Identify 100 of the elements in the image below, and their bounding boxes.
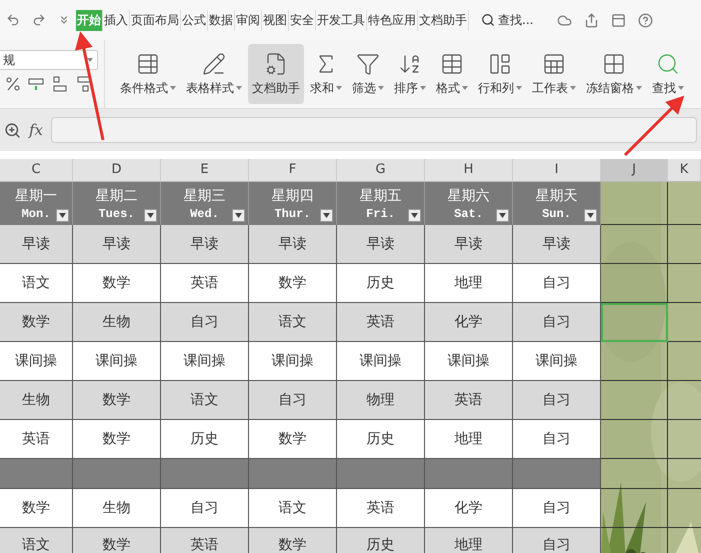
ribbon-button[interactable]: 条件格式 (116, 44, 180, 104)
ribbon-button[interactable]: 行和列 (474, 44, 526, 104)
table-cell: 自习 (513, 381, 601, 420)
menu-tab[interactable]: 视图 (262, 10, 289, 30)
ribbon-button[interactable]: 排序 (390, 44, 430, 104)
table-cell: 自习 (513, 489, 601, 528)
table-cell: 自习 (161, 303, 249, 342)
menu-tab[interactable]: 数据 (208, 10, 235, 30)
day-name: 星期一 (15, 188, 57, 204)
table-cell: 自习 (161, 489, 249, 528)
table-cell: 课间操 (161, 342, 249, 381)
ribbon-button[interactable]: 查找 (648, 44, 688, 104)
column-header[interactable]: E (161, 159, 249, 181)
table-cell: 课间操 (73, 342, 161, 381)
table-cell: 地理 (425, 264, 513, 303)
day-name: 星期六 (448, 187, 490, 204)
day-name: 星期天 (536, 188, 578, 204)
table-cell: 历史 (337, 264, 425, 303)
table-cell: 数学 (249, 528, 337, 553)
table-cell: 数学 (0, 489, 73, 528)
menu-tab[interactable]: 文档助手 (418, 10, 469, 30)
table-cell: 语文 (161, 381, 249, 420)
table-cell: 英语 (161, 264, 249, 303)
table-cell: 语文 (249, 303, 337, 342)
day-name: 星期三 (184, 188, 226, 204)
table-cell: 数学 (73, 264, 161, 303)
day-abbreviation: Thur. (274, 206, 310, 220)
table-cell: 课间操 (513, 342, 601, 381)
table-cell: 早读 (73, 225, 161, 264)
table-cell: 英语 (0, 420, 73, 459)
table-cell: 早读 (161, 225, 249, 264)
table-cell: 语文 (0, 528, 73, 553)
day-abbreviation: Sun. (542, 206, 571, 220)
table-cell: 早读 (337, 225, 425, 264)
table-cell: 自习 (513, 420, 601, 459)
table-cell: 课间操 (337, 342, 425, 381)
column-header[interactable]: H (425, 159, 513, 181)
number-format-dropdown[interactable]: 规 (0, 50, 98, 70)
ribbon-button[interactable]: 表格样式 (182, 44, 246, 104)
day-abbreviation: Tues. (98, 206, 134, 220)
table-cell: 英语 (337, 489, 425, 528)
ribbon-button[interactable]: 工作表 (528, 44, 580, 104)
table-cell: 地理 (425, 528, 513, 553)
table-cell: 课间操 (425, 342, 513, 381)
menu-tab[interactable]: 开发工具 (316, 10, 367, 30)
table-cell: 英语 (425, 381, 513, 420)
column-header[interactable]: C (0, 159, 73, 181)
column-header[interactable]: K (668, 159, 701, 181)
ribbon-button[interactable]: 筛选 (348, 44, 388, 104)
day-abbreviation: Sat. (454, 206, 483, 220)
day-abbreviation: Wed. (190, 206, 219, 220)
table-cell: 化学 (425, 489, 513, 528)
table-cell: 数学 (249, 264, 337, 303)
table-cell: 数学 (73, 381, 161, 420)
day-abbreviation: Mon. (22, 206, 50, 220)
table-cell: 早读 (249, 225, 337, 264)
day-name: 星期五 (360, 188, 402, 204)
ribbon-button[interactable]: 冻结窗格 (582, 44, 646, 104)
menu-tab[interactable]: 插入 (103, 10, 130, 30)
menu-tab[interactable]: 公式 (181, 10, 208, 30)
day-name: 星期二 (96, 188, 138, 204)
table-cell: 数学 (73, 420, 161, 459)
table-cell: 地理 (425, 420, 513, 459)
ribbon-button[interactable]: 求和 (306, 44, 346, 104)
table-cell: 早读 (513, 225, 601, 264)
table-cell: 自习 (513, 528, 601, 553)
table-cell: 生物 (73, 489, 161, 528)
table-cell: 历史 (337, 528, 425, 553)
fx-label: fx (29, 121, 44, 139)
day-abbreviation: Fri. (366, 206, 395, 220)
ribbon-button[interactable]: 文档助手 (248, 44, 304, 104)
column-header[interactable]: G (337, 159, 425, 181)
table-cell: 物理 (337, 381, 425, 420)
table-cell: 课间操 (0, 342, 73, 381)
table-cell: 语文 (249, 489, 337, 528)
ribbon-button[interactable]: 格式 (432, 44, 472, 104)
day-name: 星期四 (272, 188, 314, 204)
table-cell: 英语 (337, 303, 425, 342)
table-cell: 早读 (425, 225, 513, 264)
table-cell: 数学 (0, 303, 73, 342)
table-cell: 历史 (161, 420, 249, 459)
table-cell: 自习 (249, 381, 337, 420)
menu-tab[interactable]: 特色应用 (367, 10, 418, 30)
table-cell: 历史 (337, 420, 425, 459)
menu-tab[interactable]: 安全 (289, 10, 316, 30)
menu-tab[interactable]: 页面布局 (130, 10, 181, 30)
table-cell: 课间操 (249, 342, 337, 381)
column-header[interactable]: D (73, 159, 161, 181)
table-cell: 生物 (0, 381, 73, 420)
column-header[interactable]: F (249, 159, 337, 181)
table-cell: 语文 (0, 264, 73, 303)
table-cell: 自习 (513, 264, 601, 303)
table-cell: 自习 (513, 303, 601, 342)
table-cell: 生物 (73, 303, 161, 342)
table-cell: 英语 (161, 528, 249, 553)
column-header[interactable]: J (601, 159, 668, 181)
menu-tab[interactable]: 审阅 (235, 10, 262, 30)
table-cell: 数学 (249, 420, 337, 459)
table-cell: 化学 (425, 303, 513, 342)
search-button[interactable]: 查找... (481, 12, 534, 28)
